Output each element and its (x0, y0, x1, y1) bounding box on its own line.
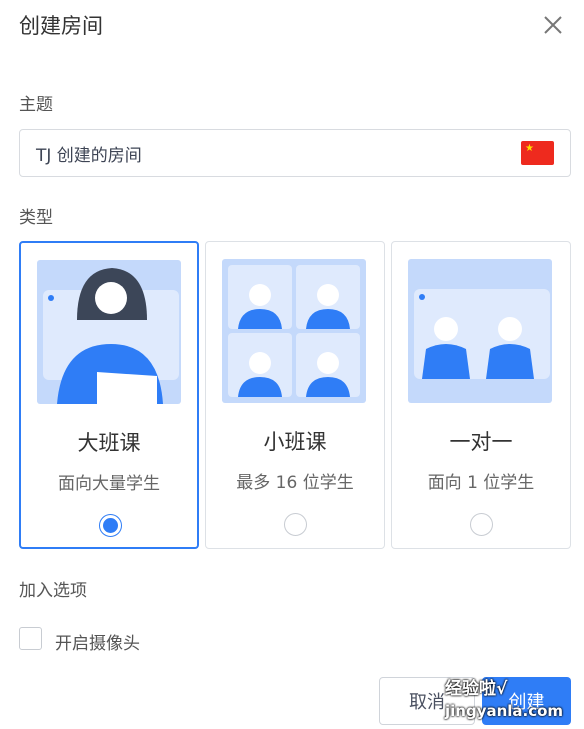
dialog-title: 创建房间 (19, 14, 103, 38)
option-title: 小班课 (263, 430, 327, 454)
large-class-illustration (37, 260, 181, 404)
option-desc: 最多 16 位学生 (236, 473, 354, 493)
option-radio[interactable] (470, 513, 493, 536)
type-option-large-class[interactable]: 大班课 面向大量学生 (19, 241, 199, 549)
option-desc: 面向 1 位学生 (427, 473, 535, 493)
topic-label: 主题 (19, 95, 53, 115)
create-button[interactable]: 创建 (482, 677, 571, 725)
join-options-label: 加入选项 (19, 581, 87, 601)
option-radio[interactable] (284, 513, 307, 536)
type-option-one-on-one[interactable]: 一对一 面向 1 位学生 (391, 241, 571, 549)
type-label: 类型 (19, 208, 53, 228)
china-flag-icon[interactable]: ★ (521, 141, 554, 165)
option-desc: 面向大量学生 (58, 474, 160, 494)
option-title: 一对一 (449, 430, 513, 454)
cancel-button[interactable]: 取消 (379, 677, 475, 725)
small-class-illustration (222, 259, 366, 403)
camera-checkbox[interactable] (19, 627, 42, 650)
option-radio[interactable] (99, 514, 122, 537)
one-on-one-illustration (408, 259, 552, 403)
type-option-small-class[interactable]: 小班课 最多 16 位学生 (205, 241, 385, 549)
close-icon[interactable] (540, 12, 566, 38)
option-title: 大班课 (77, 431, 141, 455)
camera-checkbox-label[interactable]: 开启摄像头 (55, 629, 140, 654)
topic-input[interactable]: TJ 创建的房间 ★ (19, 129, 571, 177)
topic-value: TJ 创建的房间 (36, 145, 142, 166)
